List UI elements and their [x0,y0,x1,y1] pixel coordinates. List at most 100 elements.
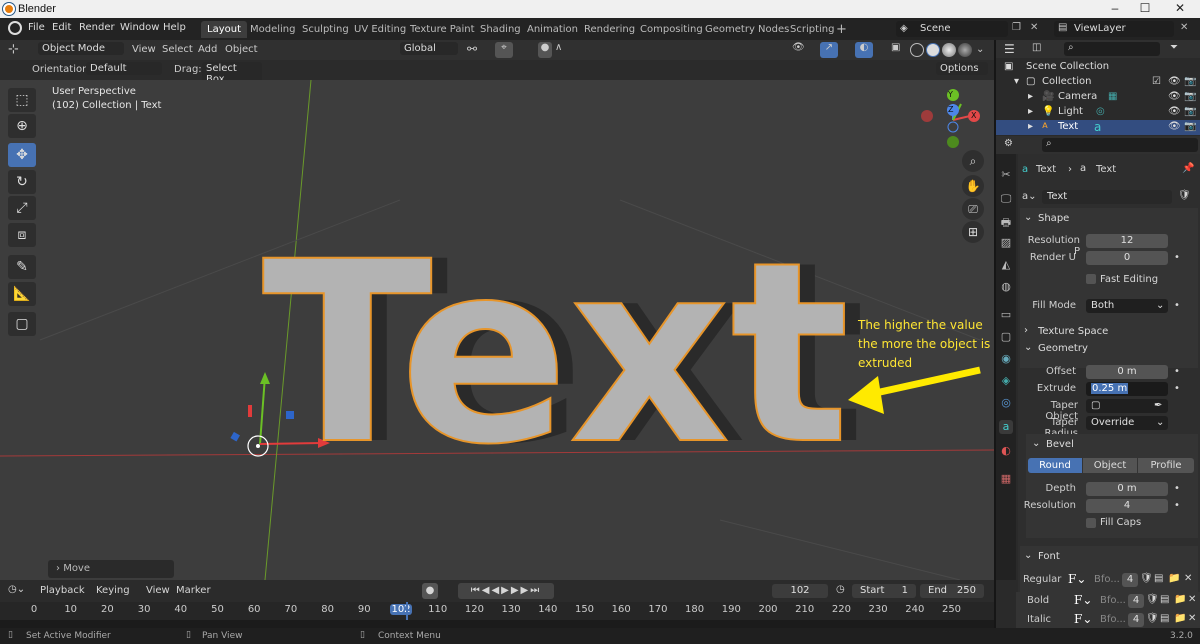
perspective-toggle-icon[interactable]: ⊞ [962,221,984,243]
wireframe-shading-icon[interactable] [910,43,924,57]
visibility-icon[interactable]: 👁 [792,42,805,53]
keyframe-dot-icon[interactable]: • [1174,483,1180,494]
blender-menu-icon[interactable] [8,21,22,35]
new-font-icon[interactable]: ▤ [1160,613,1169,624]
menu-view[interactable]: View [146,585,170,596]
outliner-item-camera[interactable]: ▸ 🎥 Camera ▦ 👁 📷 [996,90,1200,105]
material-shading-icon[interactable] [942,43,956,57]
taper-radius-dropdown[interactable]: Override ⌄ [1086,416,1168,430]
bevel-resolution-field[interactable]: 4 [1086,499,1168,513]
eye-icon[interactable]: 👁 [1168,91,1181,102]
camera-render-icon[interactable]: 📷 [1184,121,1196,132]
properties-search-input[interactable]: ⌕ [1042,138,1198,152]
font-italic-name[interactable]: Bfo... [1100,614,1126,625]
camera-render-icon[interactable]: 📷 [1184,106,1196,117]
expand-texture-space-icon[interactable]: › [1024,325,1028,336]
menu-select[interactable]: Select [162,44,193,55]
object-tab-icon[interactable]: ▢ [999,330,1013,344]
font-section-title[interactable]: Font [1038,551,1060,562]
timeline-editor-icon[interactable]: ◷⌄ [8,584,25,595]
new-font-icon[interactable]: ▤ [1160,594,1169,605]
delete-viewlayer-icon[interactable]: ✕ [1180,22,1188,33]
modifier-tab-icon[interactable]: ◉ [999,352,1013,366]
material-tab-icon[interactable]: ◐ [999,444,1013,458]
menu-edit[interactable]: Edit [52,22,71,33]
eye-icon[interactable]: 👁 [1168,106,1181,117]
select-box-tool-icon[interactable]: ⬚ [8,88,36,112]
filter-icon[interactable]: ⏷ [1170,42,1178,53]
snap-icon[interactable]: ⌖ [495,42,513,58]
checkbox-icon[interactable]: ☑ [1152,76,1161,87]
unlink-icon[interactable]: ✕ [1188,594,1196,605]
expand-icon[interactable]: ▾ [1014,76,1019,87]
font-regular-users[interactable]: 4 [1122,573,1138,587]
pivot-icon[interactable]: ⚯ [467,42,477,56]
editor-type-icon[interactable]: ⊹ [8,42,19,57]
font-regular-name[interactable]: Bfo... [1094,574,1120,585]
open-folder-icon[interactable]: 📁 [1168,573,1180,584]
transform-tool-icon[interactable]: ⧈ [8,223,36,247]
bevel-section-title[interactable]: Bevel [1046,439,1074,450]
rendered-shading-icon[interactable] [958,43,972,57]
fake-user-shield-icon[interactable]: 🛡 [1146,594,1159,605]
fill-mode-dropdown[interactable]: Both ⌄ [1086,299,1168,313]
datablock-name-field[interactable]: Text [1042,190,1172,204]
texture-space-section-title[interactable]: Texture Space [1038,326,1108,337]
texture-tab-icon[interactable]: ▦ [999,472,1013,486]
font-italic-users[interactable]: 4 [1128,613,1144,627]
menu-add[interactable]: Add [198,44,217,55]
scene-tab-icon[interactable]: ◭ [999,258,1013,272]
menu-help[interactable]: Help [163,22,186,33]
outliner-item-text[interactable]: ▸ ᴀ Text a 👁 📷 [996,120,1200,135]
eye-icon[interactable]: 👁 [1168,121,1181,132]
clock-icon[interactable]: ◷ [836,584,845,595]
eyedropper-icon[interactable]: ✒ [1154,399,1162,413]
font-bold-name[interactable]: Bfo... [1100,595,1126,606]
tab-shading[interactable]: Shading [474,21,527,38]
proportional-edit-icon[interactable]: ● [538,42,552,58]
tab-rendering[interactable]: Rendering [578,21,641,38]
open-folder-icon[interactable]: 📁 [1174,594,1186,605]
view-layer-tab-icon[interactable]: ▨ [999,236,1013,250]
playback-controls[interactable]: ⏮◀◀▶▶▶⏭ [458,583,554,599]
tab-uv-editing[interactable]: UV Editing [348,21,412,38]
expand-icon[interactable]: ▸ [1028,106,1033,117]
collapse-shape-icon[interactable]: ⌄ [1024,212,1032,223]
keyframe-dot-icon[interactable]: • [1174,500,1180,511]
properties-editor-icon[interactable]: ⚙ [1004,138,1013,149]
rotate-tool-icon[interactable]: ↻ [8,170,36,194]
close-button[interactable]: ✕ [1165,1,1195,17]
maximize-button[interactable]: ☐ [1130,1,1160,17]
fill-caps-checkbox[interactable] [1086,518,1096,528]
outliner-search-input[interactable]: ⌕ [1064,42,1160,56]
move-tool-icon[interactable]: ✥ [8,143,36,167]
orientation-selector[interactable]: Default [86,62,162,75]
cursor-tool-icon[interactable]: ⊕ [8,114,36,138]
unlink-icon[interactable]: ✕ [1188,613,1196,624]
options-dropdown[interactable]: Options [936,62,988,75]
fake-user-shield-icon[interactable]: 🛡 [1178,190,1191,201]
output-tab-icon[interactable]: 🖶 [999,214,1013,229]
menu-keying[interactable]: Keying [96,585,130,596]
font-file-icon[interactable]: F⌄ [1068,572,1086,586]
overlay-toggle-icon[interactable]: ◐ [855,42,873,58]
shading-options-icon[interactable]: ⌄ [976,44,984,55]
start-frame-field[interactable]: Start 1 [852,584,916,598]
fast-editing-checkbox[interactable] [1086,274,1096,284]
pan-hand-icon[interactable]: ✋ [962,175,984,197]
world-tab-icon[interactable]: ◍ [999,280,1013,294]
last-operator-panel[interactable]: › Move [48,560,174,578]
mode-selector[interactable]: Object Mode [38,42,124,55]
taper-object-field[interactable]: ▢ ✒ [1086,399,1168,413]
text-data-tab-icon[interactable]: a [999,420,1013,434]
open-folder-icon[interactable]: 📁 [1174,613,1186,624]
add-workspace-button[interactable]: + [830,19,853,37]
render-u-field[interactable]: 0 [1086,251,1168,265]
eye-icon[interactable]: 👁 [1168,76,1181,87]
menu-playback[interactable]: Playback [40,585,85,596]
minimize-button[interactable]: – [1100,1,1130,17]
bevel-depth-field[interactable]: 0 m [1086,482,1168,496]
keyframe-dot-icon[interactable]: • [1174,300,1180,311]
menu-window[interactable]: Window [120,22,159,33]
keyframe-dot-icon[interactable]: • [1174,252,1180,263]
